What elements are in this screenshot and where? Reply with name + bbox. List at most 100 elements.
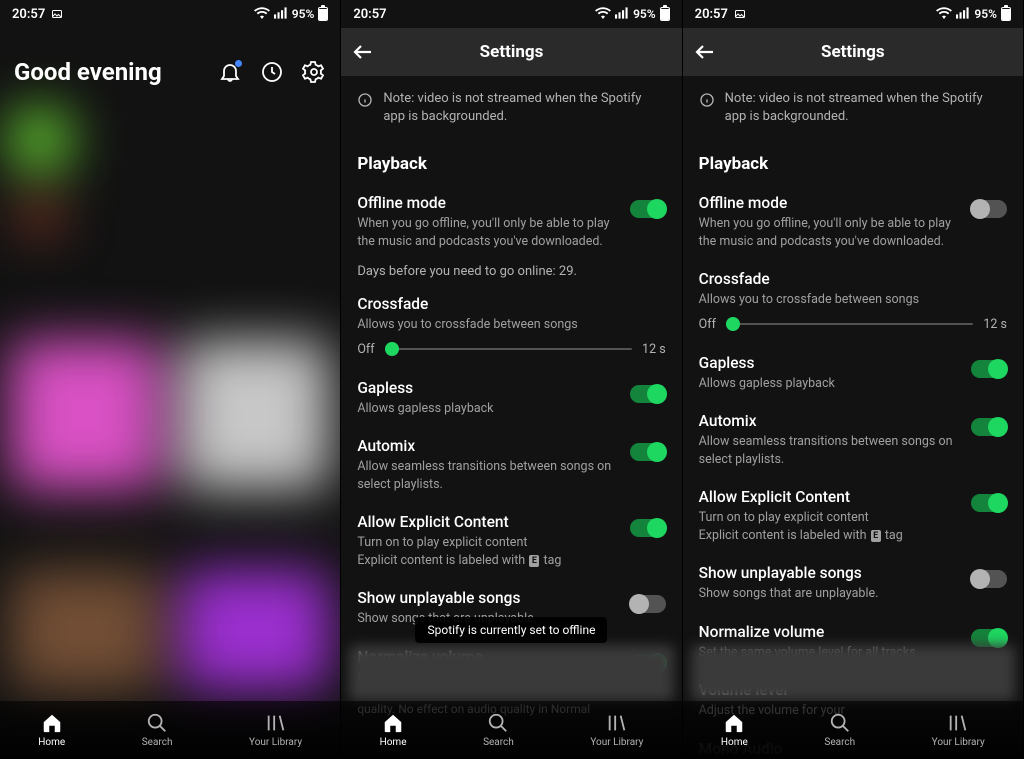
- home-icon: [41, 712, 63, 734]
- home-icon: [382, 712, 404, 734]
- setting-gapless: Gapless Allows gapless playback: [699, 344, 1007, 403]
- bottom-nav: Home Search Your Library: [0, 701, 340, 759]
- automix-toggle[interactable]: [971, 418, 1007, 436]
- unplayable-toggle[interactable]: [630, 595, 666, 613]
- battery-pct: 95%: [292, 7, 315, 21]
- setting-offline-mode: Offline mode When you go offline, you'll…: [699, 184, 1007, 260]
- gapless-sub: Allows gapless playback: [699, 375, 961, 393]
- offline-days-text: Days before you need to go online: 29.: [357, 260, 665, 285]
- crossfade-max-label: 12 s: [983, 317, 1007, 332]
- explicit-title: Allow Explicit Content: [699, 488, 961, 509]
- explicit-sub1: Turn on to play explicit content: [699, 509, 961, 527]
- search-icon: [487, 712, 509, 734]
- unplayable-sub: Show songs that are unplayable.: [699, 585, 961, 603]
- explicit-toggle[interactable]: [971, 494, 1007, 512]
- gapless-sub: Allows gapless playback: [357, 400, 619, 418]
- offline-toast: Spotify is currently set to offline: [416, 617, 608, 643]
- crossfade-max-label: 12 s: [642, 342, 666, 357]
- home-icon: [723, 712, 745, 734]
- bottom-nav: Home Search Your Library: [341, 701, 681, 759]
- automix-sub: Allow seamless transitions between songs…: [357, 458, 619, 493]
- offline-title: Offline mode: [699, 194, 961, 215]
- wifi-icon: [254, 7, 270, 22]
- setting-offline-mode: Offline mode When you go offline, you'll…: [357, 184, 665, 260]
- library-icon: [265, 712, 287, 734]
- automix-title: Automix: [357, 437, 619, 458]
- crossfade-sub: Allows you to crossfade between songs: [357, 316, 665, 334]
- nav-home[interactable]: Home: [38, 712, 65, 748]
- battery-icon: [660, 7, 670, 21]
- info-icon: [699, 92, 715, 108]
- now-playing-bar[interactable]: [349, 645, 673, 701]
- explicit-e-tag: E: [529, 555, 539, 567]
- nav-library[interactable]: Your Library: [590, 712, 643, 748]
- nav-search[interactable]: Search: [824, 712, 855, 748]
- setting-unplayable: Show unplayable songs Show songs that ar…: [699, 554, 1007, 613]
- video-note: Note: video is not streamed when the Spo…: [357, 76, 665, 130]
- bottom-nav: Home Search Your Library: [683, 701, 1023, 759]
- settings-header: Settings: [683, 28, 1023, 76]
- explicit-sub2: Explicit content is labeled with E tag: [699, 527, 961, 545]
- settings-pane-offline-off: 20:57 95% Settings Note: video is not st…: [683, 0, 1024, 759]
- unplayable-toggle[interactable]: [971, 570, 1007, 588]
- crossfade-off-label: Off: [357, 342, 374, 357]
- wifi-icon: [595, 7, 611, 22]
- search-icon: [146, 712, 168, 734]
- status-time: 20:57: [695, 7, 728, 22]
- search-icon: [829, 712, 851, 734]
- nav-library[interactable]: Your Library: [249, 712, 302, 748]
- unplayable-title: Show unplayable songs: [357, 589, 619, 610]
- battery-icon: [1001, 7, 1011, 21]
- nav-library[interactable]: Your Library: [932, 712, 985, 748]
- setting-explicit: Allow Explicit Content Turn on to play e…: [699, 478, 1007, 554]
- explicit-e-tag: E: [871, 530, 881, 542]
- offline-sub: When you go offline, you'll only be able…: [699, 215, 961, 250]
- crossfade-slider[interactable]: [385, 348, 632, 350]
- crossfade-slider-row: Off 12 s: [699, 311, 1007, 344]
- home-header: Good evening: [0, 28, 340, 100]
- notifications-icon[interactable]: [218, 60, 242, 84]
- gapless-toggle[interactable]: [630, 385, 666, 403]
- recently-played-icon[interactable]: [260, 60, 284, 84]
- library-icon: [947, 712, 969, 734]
- status-bar: 20:57 95%: [683, 0, 1023, 28]
- offline-title: Offline mode: [357, 194, 619, 215]
- picture-icon: [51, 8, 63, 20]
- setting-automix: Automix Allow seamless transitions betwe…: [699, 402, 1007, 478]
- battery-pct: 95%: [974, 7, 997, 21]
- gapless-toggle[interactable]: [971, 360, 1007, 378]
- automix-sub: Allow seamless transitions between songs…: [699, 433, 961, 468]
- setting-automix: Automix Allow seamless transitions betwe…: [357, 427, 665, 503]
- video-note: Note: video is not streamed when the Spo…: [699, 76, 1007, 130]
- offline-sub: When you go offline, you'll only be able…: [357, 215, 619, 250]
- nav-home[interactable]: Home: [380, 712, 407, 748]
- battery-icon: [318, 7, 328, 21]
- nav-search[interactable]: Search: [483, 712, 514, 748]
- explicit-title: Allow Explicit Content: [357, 513, 619, 534]
- back-arrow-icon[interactable]: [693, 40, 717, 64]
- offline-toggle[interactable]: [971, 200, 1007, 218]
- offline-toggle[interactable]: [630, 200, 666, 218]
- gapless-title: Gapless: [357, 379, 619, 400]
- signal-icon: [956, 7, 970, 22]
- status-time: 20:57: [12, 7, 45, 22]
- now-playing-bar[interactable]: [691, 645, 1015, 701]
- crossfade-sub: Allows you to crossfade between songs: [699, 291, 1007, 309]
- crossfade-slider[interactable]: [726, 323, 973, 325]
- explicit-sub2: Explicit content is labeled with E tag: [357, 552, 619, 570]
- status-time: 20:57: [353, 7, 386, 22]
- explicit-toggle[interactable]: [630, 519, 666, 537]
- settings-header: Settings: [341, 28, 681, 76]
- home-blurred-content: [0, 0, 340, 759]
- info-icon: [357, 92, 373, 108]
- crossfade-title: Crossfade: [357, 295, 665, 316]
- nav-home[interactable]: Home: [721, 712, 748, 748]
- setting-gapless: Gapless Allows gapless playback: [357, 369, 665, 428]
- signal-icon: [274, 7, 288, 22]
- library-icon: [606, 712, 628, 734]
- settings-gear-icon[interactable]: [302, 60, 326, 84]
- crossfade-title: Crossfade: [699, 270, 1007, 291]
- automix-toggle[interactable]: [630, 443, 666, 461]
- back-arrow-icon[interactable]: [351, 40, 375, 64]
- nav-search[interactable]: Search: [142, 712, 173, 748]
